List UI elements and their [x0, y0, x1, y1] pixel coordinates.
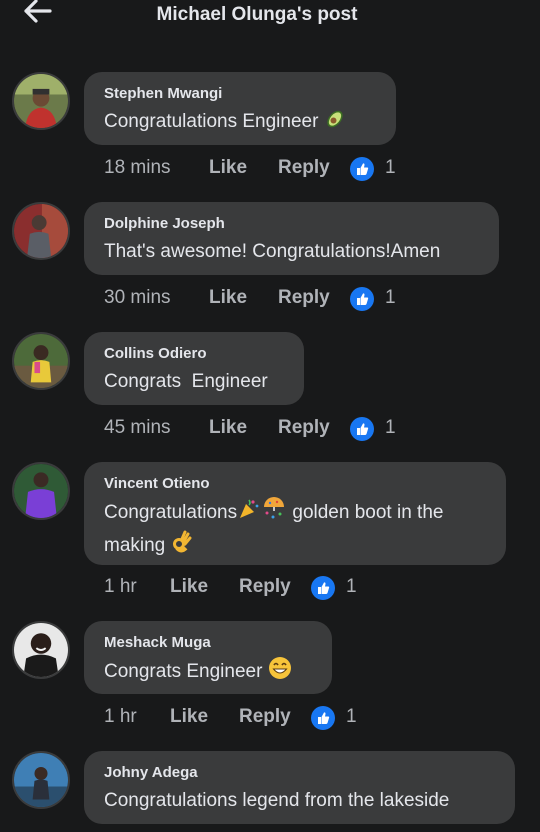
- comment-actions: 30 mins Like Reply 1: [104, 287, 424, 313]
- post-header: Michael Olunga's post: [0, 0, 540, 30]
- comment-text: Congratulations legend from the lakeside: [104, 790, 450, 811]
- reaction-count[interactable]: 1: [346, 706, 357, 728]
- comment-bubble[interactable]: Dolphine Joseph That's awesome! Congratu…: [84, 202, 499, 275]
- comment-actions: 18 mins Like Reply 1: [104, 157, 424, 183]
- comment-author[interactable]: Vincent Otieno: [104, 475, 486, 492]
- like-button[interactable]: Like: [170, 576, 208, 598]
- comment-bubble[interactable]: Vincent Otieno Congratulations golden bo…: [84, 462, 506, 565]
- avatar[interactable]: [12, 332, 70, 390]
- reaction-count[interactable]: 1: [385, 417, 396, 439]
- like-button[interactable]: Like: [209, 157, 247, 179]
- thumbs-up-icon[interactable]: [311, 706, 335, 730]
- reaction-count[interactable]: 1: [385, 157, 396, 179]
- ok-hand-emoji-icon: [171, 530, 193, 563]
- like-button[interactable]: Like: [170, 706, 208, 728]
- avatar[interactable]: [12, 72, 70, 130]
- comment-author[interactable]: Meshack Muga: [104, 634, 312, 651]
- comment-actions: 1 hr Like Reply 1: [104, 576, 424, 602]
- comment-text: Congrats Engineer: [104, 656, 312, 689]
- avocado-emoji-icon: [324, 108, 346, 139]
- reply-button[interactable]: Reply: [239, 576, 291, 598]
- avatar[interactable]: [12, 621, 70, 679]
- comment-timestamp[interactable]: 30 mins: [104, 287, 171, 309]
- comment-author[interactable]: Dolphine Joseph: [104, 215, 479, 232]
- like-button[interactable]: Like: [209, 287, 247, 309]
- comment-text: Congratulations golden boot in the making: [104, 497, 486, 563]
- comment-timestamp[interactable]: 1 hr: [104, 576, 137, 598]
- reaction-count[interactable]: 1: [385, 287, 396, 309]
- avatar[interactable]: [12, 202, 70, 260]
- reply-button[interactable]: Reply: [278, 157, 330, 179]
- party-popper-emoji-icon: [237, 497, 261, 530]
- comment-timestamp[interactable]: 45 mins: [104, 417, 171, 439]
- thumbs-up-icon[interactable]: [350, 287, 374, 311]
- like-button[interactable]: Like: [209, 417, 247, 439]
- comment-timestamp[interactable]: 1 hr: [104, 706, 137, 728]
- comment-text: Congrats Engineer: [104, 371, 268, 392]
- comment-timestamp[interactable]: 18 mins: [104, 157, 171, 179]
- reply-button[interactable]: Reply: [239, 706, 291, 728]
- comment-text: Congratulations Engineer: [104, 107, 376, 139]
- comment-author[interactable]: Stephen Mwangi: [104, 85, 376, 102]
- comment-author[interactable]: Collins Odiero: [104, 345, 284, 362]
- grinning-face-emoji-icon: [268, 656, 292, 689]
- comment-bubble[interactable]: Stephen Mwangi Congratulations Engineer: [84, 72, 396, 145]
- confetti-ball-emoji-icon: [261, 497, 287, 530]
- thumbs-up-icon[interactable]: [350, 417, 374, 441]
- comment-actions: 45 mins Like Reply 1: [104, 417, 424, 443]
- reply-button[interactable]: Reply: [278, 417, 330, 439]
- thumbs-up-icon[interactable]: [350, 157, 374, 181]
- comment-bubble[interactable]: Meshack Muga Congrats Engineer: [84, 621, 332, 694]
- reply-button[interactable]: Reply: [278, 287, 330, 309]
- comment-author[interactable]: Johny Adega: [104, 764, 495, 781]
- thumbs-up-icon[interactable]: [311, 576, 335, 600]
- comment-actions: 1 hr Like Reply 1: [104, 706, 424, 732]
- reaction-count[interactable]: 1: [346, 576, 357, 598]
- avatar[interactable]: [12, 462, 70, 520]
- avatar[interactable]: [12, 751, 70, 809]
- comment-bubble[interactable]: Johny Adega Congratulations legend from …: [84, 751, 515, 824]
- comment-text: That's awesome! Congratulations!Amen: [104, 241, 441, 262]
- comment-bubble[interactable]: Collins Odiero Congrats Engineer: [84, 332, 304, 405]
- page-title: Michael Olunga's post: [156, 4, 358, 25]
